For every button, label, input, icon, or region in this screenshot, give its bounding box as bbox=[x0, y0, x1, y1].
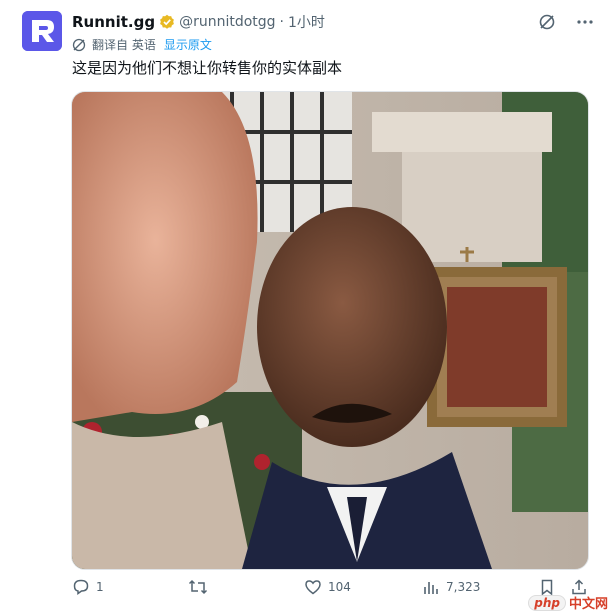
watermark-php: php bbox=[528, 594, 566, 611]
retweet-icon bbox=[188, 579, 208, 595]
verified-badge-icon[interactable] bbox=[159, 14, 175, 30]
reply-button[interactable]: 1 bbox=[72, 578, 104, 596]
like-count: 104 bbox=[328, 580, 351, 594]
tweet-header: Runnit.gg @runnitdotgg · 1小时 bbox=[72, 11, 325, 33]
reply-icon bbox=[73, 579, 89, 595]
timestamp[interactable]: 1小时 bbox=[288, 12, 325, 32]
tweet-media-photo[interactable] bbox=[71, 91, 589, 570]
retweet-button[interactable] bbox=[188, 578, 214, 596]
display-name[interactable]: Runnit.gg bbox=[72, 13, 155, 31]
views-count: 7,323 bbox=[446, 580, 481, 594]
tweet-card: Runnit.gg @runnitdotgg · 1小时 翻译自 英语 显示原文… bbox=[0, 0, 614, 614]
avatar[interactable] bbox=[22, 11, 62, 51]
movie-still-image bbox=[72, 92, 588, 569]
separator-dot: · bbox=[279, 14, 284, 30]
tweet-actions-bar: 1 104 7,323 bbox=[72, 578, 592, 602]
site-watermark: php 中文网 bbox=[528, 593, 608, 612]
tweet-text: 这是因为他们不想让你转售你的实体副本 bbox=[72, 59, 343, 77]
watermark-cn: 中文网 bbox=[568, 597, 608, 612]
reply-count: 1 bbox=[96, 580, 104, 594]
runnit-logo-icon bbox=[22, 11, 62, 51]
translated-label: 翻译自 英语 bbox=[92, 38, 156, 52]
translate-icon bbox=[72, 38, 86, 52]
show-original-link[interactable]: 显示原文 bbox=[164, 36, 212, 53]
views-chart-icon bbox=[424, 582, 438, 594]
more-options-icon[interactable] bbox=[576, 13, 594, 31]
translation-notice: 翻译自 英语 显示原文 bbox=[72, 36, 212, 53]
heart-icon bbox=[305, 580, 321, 595]
views-button[interactable]: 7,323 bbox=[422, 578, 480, 596]
like-button[interactable]: 104 bbox=[304, 578, 351, 596]
grok-icon[interactable] bbox=[538, 13, 556, 31]
tweet-top-actions bbox=[538, 13, 594, 31]
user-handle[interactable]: @runnitdotgg bbox=[179, 14, 275, 30]
